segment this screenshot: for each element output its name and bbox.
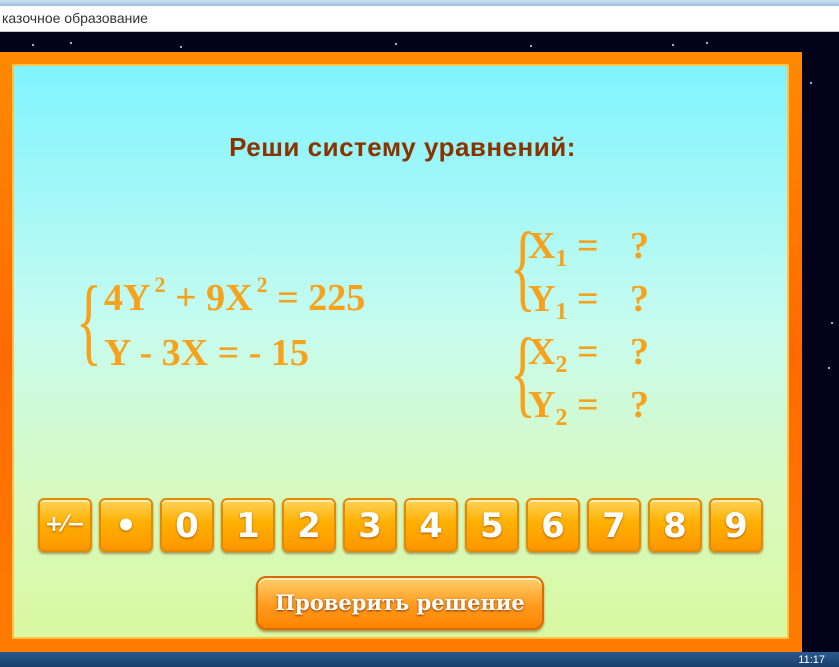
window-title: казочное образование	[2, 10, 148, 26]
system-brace: {	[76, 267, 102, 375]
digit-key-9[interactable]: 9	[709, 498, 763, 552]
digit-key-0[interactable]: 0	[160, 498, 214, 552]
task-panel: Реши систему уравнений: { 4Y 2 + 9X 2 = 22…	[12, 64, 789, 639]
answer-y2: Y2 =	[528, 384, 599, 431]
answer-x2: X2 =	[528, 331, 599, 378]
answer-x2-value[interactable]: ?	[630, 330, 649, 374]
digit-key-8[interactable]: 8	[648, 498, 702, 552]
decimal-point-key[interactable]: •	[99, 498, 153, 552]
digit-key-4[interactable]: 4	[404, 498, 458, 552]
game-frame: Реши систему уравнений: { 4Y 2 + 9X 2 = 22…	[0, 52, 802, 652]
digit-key-3[interactable]: 3	[343, 498, 397, 552]
answer-x1: X1 =	[528, 225, 599, 272]
equation-line-1: 4Y 2 + 9X 2 = 225	[104, 272, 366, 319]
digit-key-1[interactable]: 1	[221, 498, 275, 552]
digit-key-2[interactable]: 2	[282, 498, 336, 552]
check-solution-button[interactable]: Проверить решение	[256, 576, 544, 630]
answer-y1: Y1 =	[528, 278, 599, 325]
taskbar-clock: 11:17	[798, 654, 825, 666]
equation-line-2: Y - 3X = - 15	[104, 332, 309, 374]
digit-key-7[interactable]: 7	[587, 498, 641, 552]
digit-key-6[interactable]: 6	[526, 498, 580, 552]
task-heading: Реши систему уравнений:	[229, 132, 576, 162]
digit-key-5[interactable]: 5	[465, 498, 519, 552]
answer-y1-value[interactable]: ?	[630, 277, 649, 321]
taskbar: 11:17	[0, 652, 839, 667]
plus-minus-key[interactable]: +⁄−	[38, 498, 92, 552]
window-titlebar: казочное образование	[0, 6, 839, 32]
answer-y2-value[interactable]: ?	[630, 383, 649, 427]
answer-x1-value[interactable]: ?	[630, 224, 649, 268]
